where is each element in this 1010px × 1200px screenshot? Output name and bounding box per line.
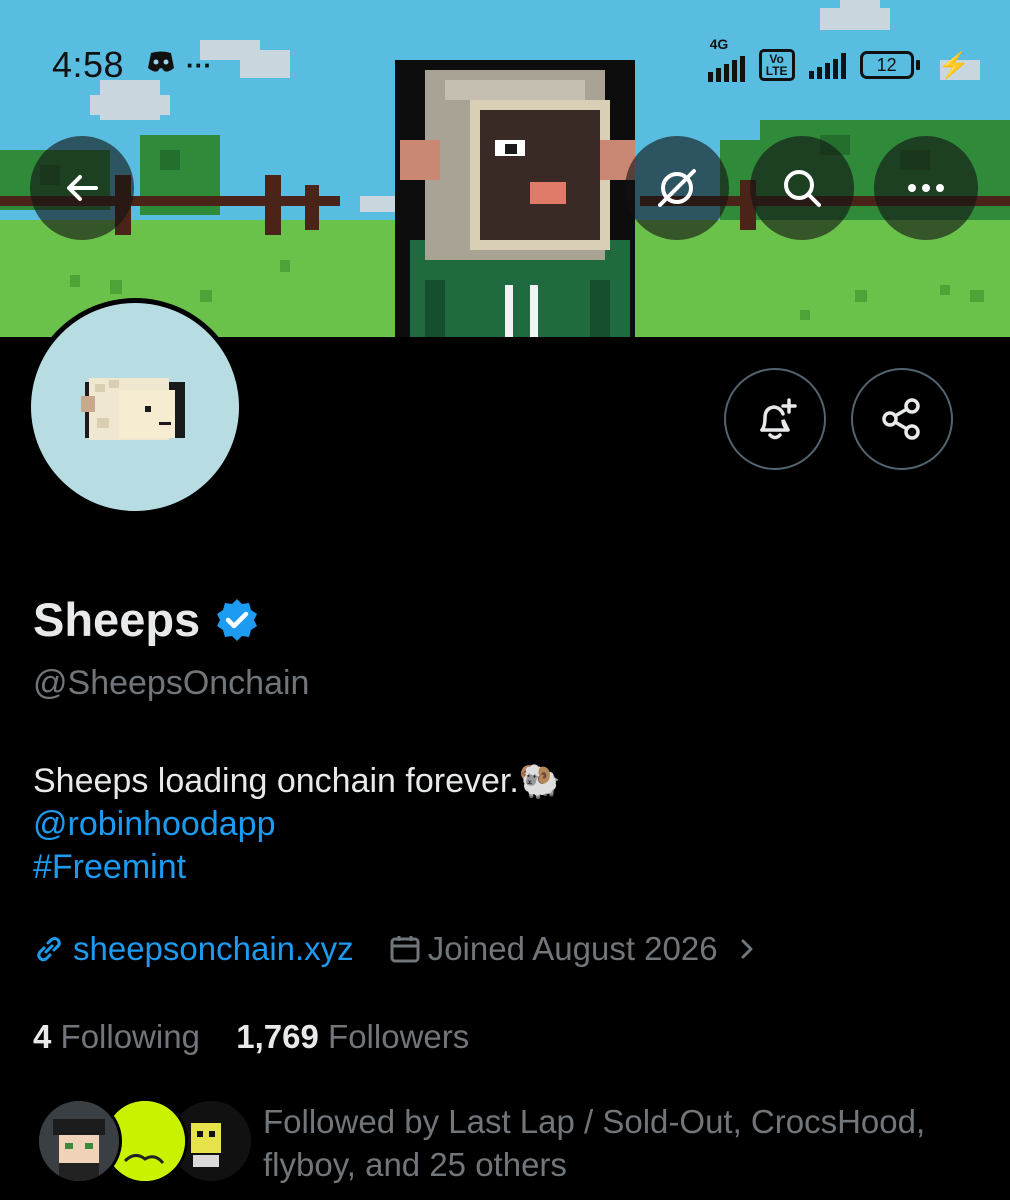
notifications-button[interactable] — [724, 368, 826, 470]
share-icon — [882, 398, 920, 440]
search-button[interactable] — [750, 136, 854, 240]
calendar-icon — [390, 936, 420, 963]
followers-you-know-avatars[interactable] — [36, 1098, 254, 1184]
more-button[interactable] — [874, 136, 978, 240]
network-4g-indicator: 4G — [707, 36, 745, 86]
chevron-right-icon[interactable] — [732, 934, 762, 964]
more-notifications-icon: ··· — [186, 49, 212, 80]
avatar-last-lap — [36, 1098, 122, 1184]
charging-icon: ⚡ — [937, 49, 970, 80]
back-button[interactable] — [30, 136, 134, 240]
battery-indicator: 12 — [859, 51, 920, 79]
profile-avatar[interactable] — [26, 298, 244, 516]
website-link[interactable]: sheepsonchain.xyz — [73, 930, 354, 968]
more-horizontal-icon — [908, 184, 944, 192]
link-icon — [37, 937, 61, 962]
following-link[interactable]: 4 Following — [33, 1018, 200, 1055]
profile-name: Sheeps — [33, 592, 260, 647]
status-bar: 4:58 ··· 4G Vo LTE 12 ⚡ — [0, 0, 1010, 120]
follow-counts: 4 Following 1,769 Followers — [33, 1018, 469, 1056]
grok-button[interactable] — [625, 136, 729, 240]
profile-handle: @SheepsOnchain — [33, 664, 310, 702]
verified-badge-icon — [217, 598, 258, 641]
joined-date: Joined August 2026 — [427, 930, 718, 967]
volte-icon: Vo LTE — [758, 49, 795, 81]
share-button[interactable] — [851, 368, 953, 470]
bio-hashtag-link[interactable]: #Freemint — [33, 846, 561, 889]
followed-by-text[interactable]: Followed by Last Lap / Sold-Out, CrocsHo… — [263, 1100, 983, 1186]
search-icon — [784, 170, 821, 207]
bio-text: Sheeps loading onchain forever.🐏 — [33, 762, 562, 800]
following-count: 4 — [33, 1018, 52, 1055]
bio-mention-link[interactable]: @robinhoodapp — [33, 803, 561, 846]
display-name: Sheeps — [33, 593, 201, 646]
following-label: Following — [60, 1018, 200, 1055]
status-time: 4:58 — [52, 44, 125, 85]
followers-link[interactable]: 1,769 Followers — [236, 1018, 469, 1055]
arrow-left-icon — [67, 175, 98, 201]
sheep-avatar-image — [81, 378, 185, 440]
bell-plus-icon — [760, 398, 797, 440]
profile-meta: sheepsonchain.xyz Joined August 2026 — [33, 930, 762, 968]
followers-label: Followers — [328, 1018, 470, 1055]
discord-icon — [146, 50, 176, 79]
followers-count: 1,769 — [236, 1018, 319, 1055]
profile-bio: Sheeps loading onchain forever.🐏 @robinh… — [33, 760, 561, 889]
grok-icon — [658, 169, 696, 207]
signal-icon — [808, 51, 846, 79]
notification-icons: ··· — [146, 50, 212, 79]
